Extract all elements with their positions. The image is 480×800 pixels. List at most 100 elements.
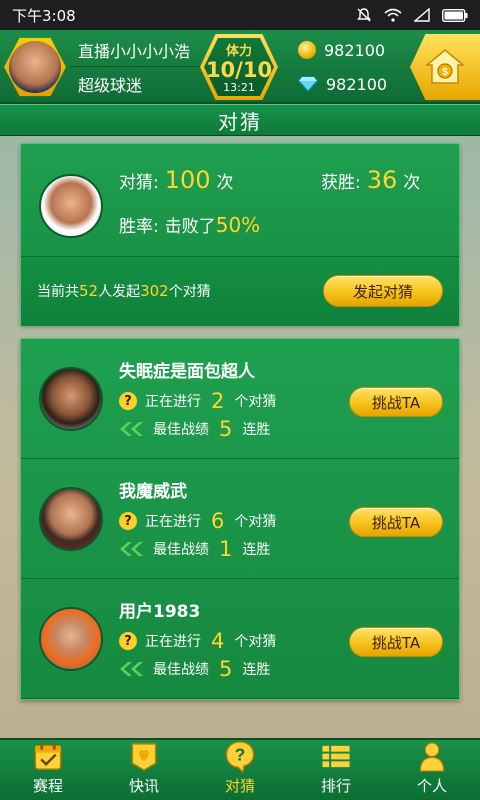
- coin-icon: [298, 41, 316, 59]
- stamina-badge[interactable]: 体力 10/10 13:21: [200, 34, 278, 100]
- status-time: 下午3:08: [12, 6, 76, 25]
- gem-balance: 982100: [282, 68, 412, 100]
- ongoing-value: 4: [211, 629, 225, 653]
- nav-label: 赛程: [32, 777, 63, 795]
- best-label: 最佳战绩: [153, 662, 209, 678]
- profile-header: 直播小小小小浩 超级球迷 体力 10/10 13:21 982100 98210…: [0, 30, 480, 104]
- status-bar: 下午3:08: [0, 0, 480, 30]
- wifi-icon: [384, 8, 402, 22]
- bets-value: 100: [164, 166, 211, 194]
- bottom-nav: 赛程 快讯 ? 对猜 排行 个人: [0, 738, 480, 800]
- best-unit: 连胜: [242, 422, 271, 438]
- best-value: 1: [219, 537, 233, 561]
- section-title: 对猜: [0, 104, 480, 136]
- summary-count: 302: [140, 282, 169, 300]
- challenger-avatar: [39, 487, 103, 551]
- header-divider: [70, 66, 210, 67]
- ongoing-unit: 个对猜: [234, 514, 277, 530]
- question-icon: ?: [119, 632, 137, 650]
- question-icon: ?: [119, 512, 137, 530]
- nav-item-bets[interactable]: ? 对猜: [192, 740, 288, 800]
- ongoing-unit: 个对猜: [234, 634, 277, 650]
- challenge-button[interactable]: 挑战TA: [349, 387, 443, 417]
- challenger-name: 我魔威武: [119, 482, 187, 502]
- nav-item-ranking[interactable]: 排行: [288, 740, 384, 800]
- ongoing-line: ? 正在进行 6 个对猜: [119, 509, 276, 533]
- ongoing-label: 正在进行: [145, 514, 201, 530]
- summary-mid: 人发起: [98, 284, 141, 300]
- wins-label: 获胜:: [321, 173, 361, 193]
- username: 直播小小小小浩: [78, 42, 191, 61]
- mute-icon: [357, 8, 371, 22]
- double-chevron-left-icon: [120, 542, 143, 556]
- winrate-label: 胜率:: [119, 217, 159, 237]
- news-icon: [131, 743, 157, 771]
- nav-label: 快讯: [128, 777, 159, 795]
- wins-value: 36: [366, 166, 398, 194]
- my-avatar: [39, 174, 103, 238]
- nav-label: 对猜: [224, 777, 255, 795]
- best-value: 5: [219, 417, 233, 441]
- challenger-avatar: [39, 607, 103, 671]
- summary-bar: 当前共 52 人发起 302 个对猜 发起对猜: [21, 256, 459, 326]
- wins-stat: 获胜: 36 次: [321, 166, 420, 194]
- double-chevron-left-icon: [120, 662, 143, 676]
- best-line: 最佳战绩 1 连胜: [119, 537, 270, 561]
- list-item[interactable]: 我魔威武 ? 正在进行 6 个对猜 最佳战绩 1 连胜 挑战TA: [21, 459, 459, 579]
- challenger-list: 失眠症是面包超人 ? 正在进行 2 个对猜 最佳战绩 5 连胜 挑战TA 我魔威…: [20, 338, 460, 700]
- ranking-list-icon: [322, 745, 350, 768]
- best-line: 最佳战绩 5 连胜: [119, 657, 270, 681]
- best-label: 最佳战绩: [153, 422, 209, 438]
- double-chevron-left-icon: [120, 422, 143, 436]
- best-value: 5: [219, 657, 233, 681]
- challenger-name: 用户1983: [119, 602, 201, 622]
- winrate-text: 击败了: [164, 217, 216, 237]
- nav-item-profile[interactable]: 个人: [384, 740, 480, 800]
- ongoing-label: 正在进行: [145, 394, 201, 410]
- wins-unit: 次: [403, 173, 421, 193]
- nav-label: 个人: [416, 777, 447, 795]
- question-icon: ?: [119, 392, 137, 410]
- summary-suffix: 个对猜: [168, 284, 211, 300]
- best-unit: 连胜: [242, 542, 271, 558]
- ongoing-value: 6: [211, 509, 225, 533]
- challenge-button[interactable]: 挑战TA: [349, 507, 443, 537]
- person-icon: [419, 742, 445, 772]
- winrate-stat: 胜率: 击败了 50%: [119, 212, 260, 237]
- battery-icon: [442, 8, 468, 22]
- diamond-icon: [298, 76, 318, 92]
- calendar-icon: [34, 741, 62, 770]
- shop-button[interactable]: $: [410, 34, 480, 100]
- bets-label: 对猜:: [119, 173, 159, 193]
- nav-item-news[interactable]: 快讯: [96, 740, 192, 800]
- summary-text: 当前共 52 人发起 302 个对猜: [37, 281, 211, 301]
- ongoing-value: 2: [211, 389, 225, 413]
- gem-amount: 982100: [326, 74, 388, 94]
- challenger-avatar: [39, 367, 103, 431]
- bets-stat: 对猜: 100 次: [119, 166, 234, 194]
- nav-item-schedule[interactable]: 赛程: [0, 740, 96, 800]
- shop-house-icon: $: [424, 49, 466, 84]
- start-bet-button[interactable]: 发起对猜: [323, 275, 443, 307]
- list-item[interactable]: 用户1983 ? 正在进行 4 个对猜 最佳战绩 5 连胜 挑战TA: [21, 579, 459, 699]
- signal-icon: [414, 8, 430, 22]
- ongoing-unit: 个对猜: [234, 394, 277, 410]
- winrate-value: 50%: [215, 213, 261, 237]
- bets-unit: 次: [216, 173, 234, 193]
- user-avatar[interactable]: [4, 37, 66, 97]
- challenger-name: 失眠症是面包超人: [119, 362, 255, 382]
- challenge-button[interactable]: 挑战TA: [349, 627, 443, 657]
- coin-balance: 982100: [282, 34, 412, 66]
- best-label: 最佳战绩: [153, 542, 209, 558]
- ongoing-line: ? 正在进行 2 个对猜: [119, 389, 276, 413]
- summary-prefix: 当前共: [37, 284, 79, 300]
- question-bubble-icon: ?: [225, 741, 255, 773]
- svg-text:?: ?: [235, 744, 246, 764]
- ongoing-line: ? 正在进行 4 个对猜: [119, 629, 276, 653]
- stamina-label: 体力: [225, 44, 252, 59]
- svg-text:$: $: [442, 67, 448, 78]
- list-item[interactable]: 失眠症是面包超人 ? 正在进行 2 个对猜 最佳战绩 5 连胜 挑战TA: [21, 339, 459, 459]
- nav-label: 排行: [320, 777, 351, 795]
- user-title: 超级球迷: [78, 76, 143, 95]
- best-unit: 连胜: [242, 662, 271, 678]
